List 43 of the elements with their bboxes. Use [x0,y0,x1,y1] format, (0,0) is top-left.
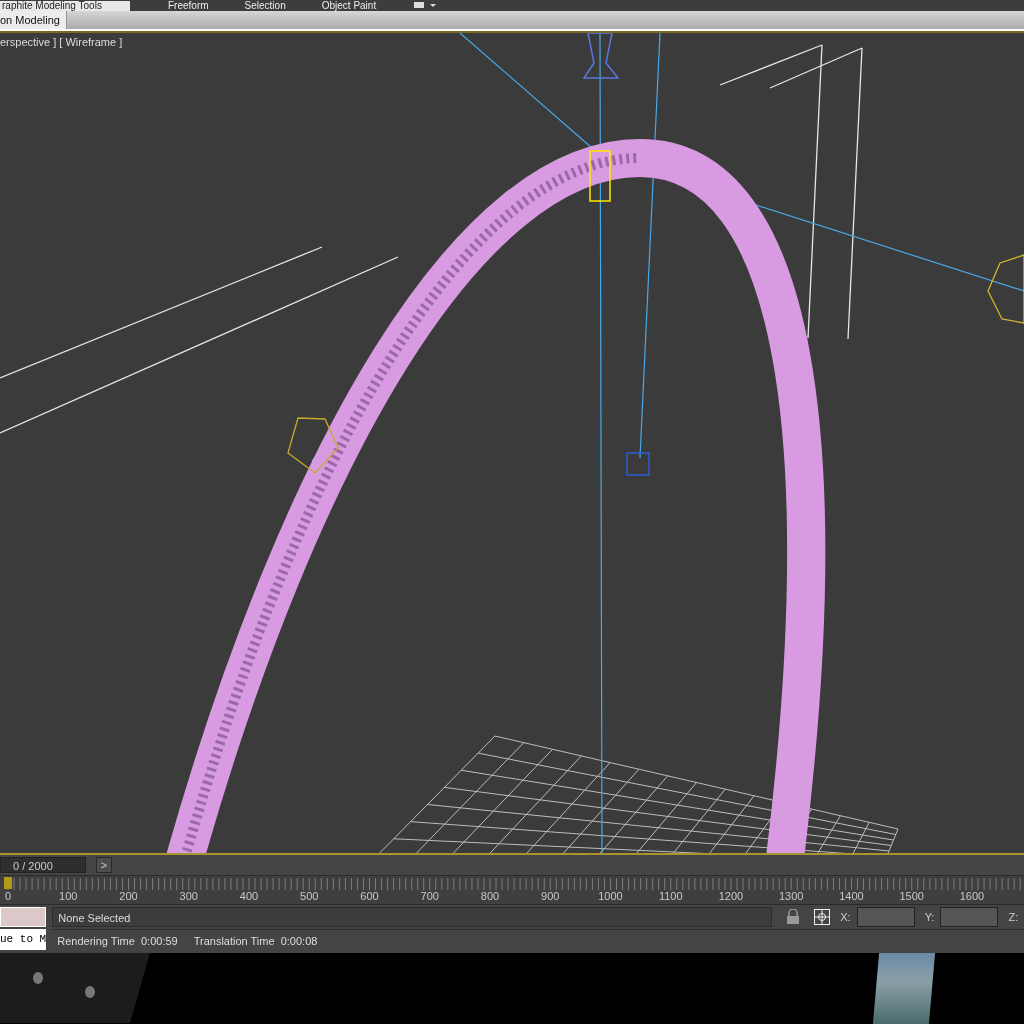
coordinate-field[interactable] [940,907,999,928]
listener-field[interactable]: ue to M [0,929,47,951]
frame-label: 900 [541,890,560,903]
frame-label: 500 [300,890,319,903]
frame-label: 100 [59,890,78,903]
status-text: Translation Time 0:00:08 [193,935,318,948]
frame-label: 1600 [959,890,985,903]
frame-label: 800 [480,890,500,903]
next-frame-button[interactable]: > [96,857,112,874]
ribbon-tab[interactable]: Object Paint [303,0,395,11]
frame-label: 1200 [718,890,744,903]
target-box-icon [626,452,650,476]
frame-label: 1400 [839,890,864,903]
frame-label: 1500 [899,890,924,903]
coordinate-label: X: [840,911,851,924]
coordinate-label: Z: [1008,911,1019,924]
frame-label: 600 [360,890,379,903]
frame-label: 1000 [598,890,623,903]
frame-label: 400 [239,890,259,903]
spotlight-icon [987,254,1024,324]
viewport-label[interactable]: erspective ] [ Wireframe ] [0,35,123,48]
ribbon-tab[interactable]: Selection [226,0,304,11]
frame-label: 1300 [779,890,804,903]
coordinate-label: Y: [924,911,935,924]
ribbon-tab[interactable]: Freeform [150,0,227,11]
frame-label: 1100 [658,890,683,903]
time-marker[interactable] [4,877,12,890]
coordinate-field[interactable] [856,907,915,928]
frame-label: 700 [420,890,439,903]
dropdown-icon[interactable] [414,1,437,10]
ribbon-tab[interactable]: raphite Modeling Tools [0,0,130,11]
track-bar[interactable]: 0 100 200 300 400 500 600 700 800 900 1000 1100 1200 1300 1400 1500 1600 [0,875,1024,905]
status-text: Rendering Time 0:00:59 [57,935,178,948]
spotlight-icon [287,417,339,474]
camera-icon [582,32,620,79]
light-helper-icon [589,150,611,202]
listener-field[interactable] [0,907,47,928]
frame-counter[interactable]: 0 / 2000 [0,857,86,874]
frame-label: 300 [179,890,198,903]
lock-icon[interactable] [786,909,801,926]
frame-label: 0 [4,890,12,903]
transform-mode-icon[interactable] [814,909,831,926]
frame-label: 200 [119,890,138,903]
